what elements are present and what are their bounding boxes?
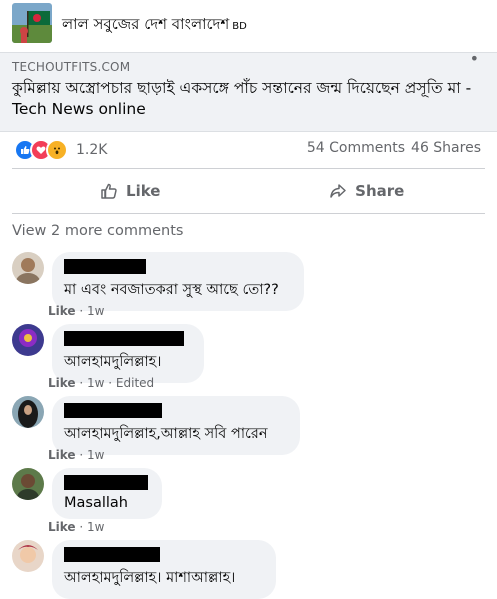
comment-like-link[interactable]: Like [48,376,76,390]
commenter-name[interactable] [64,331,192,347]
share-arrow-icon [330,184,346,198]
comment-bubble: Masallah [52,468,162,519]
page-name-tag: BD [232,21,247,32]
commenter-name[interactable] [64,259,292,275]
comment-time[interactable]: 1w [87,376,104,390]
comments-count[interactable]: 54 Comments [307,140,405,156]
commenter-avatar[interactable] [12,540,44,572]
reaction-count: 1.2K [76,142,108,158]
page-name-text: লাল সবুজের দেশ বাংলাদেশ [62,15,230,33]
commenter-name[interactable] [64,547,264,563]
card-options-icon[interactable]: • [470,49,479,68]
comment-meta: Like · 1w · Edited [48,376,155,390]
shares-count[interactable]: 46 Shares [411,140,481,156]
comment-time[interactable]: 1w [87,304,104,318]
comment-text: আলহামদুলিল্লাহ। মাশাআল্লাহ। [64,570,236,586]
post-header: লাল সবুজের দেশ বাংলাদেশ BD [0,0,497,52]
page-name[interactable]: লাল সবুজের দেশ বাংলাদেশ BD [62,13,247,38]
thumbs-up-icon [101,183,117,199]
comment-like-link[interactable]: Like [48,304,76,318]
comment-meta: Like · 1w [48,448,105,462]
comment-time[interactable]: 1w [87,448,104,462]
page-avatar[interactable] [12,3,52,43]
flag-avatar-icon [12,3,52,43]
comment-text: Masallah [64,495,128,511]
comment-text: আলহামদুলিল্লাহ,আল্লাহ সবি পারেন [64,426,268,442]
comment-time[interactable]: 1w [87,520,104,534]
reaction-summary[interactable]: 1.2K [14,139,108,161]
commenter-name[interactable] [64,475,150,491]
commenter-avatar[interactable] [12,396,44,428]
engagement-counts: 54 Comments 46 Shares [307,140,481,156]
action-bar: Like Share [12,168,485,214]
comment-text: মা এবং নবজাতকরা সুস্থ আছে তো?? [64,282,279,298]
link-preview-card[interactable]: • TECHOUTFITS.COM কুমিল্লায় অস্ত্রোপচার… [0,49,497,132]
comment-bubble: আলহামদুলিল্লাহ,আল্লাহ সবি পারেন [52,396,300,455]
commenter-avatar[interactable] [12,324,44,356]
view-more-comments[interactable]: View 2 more comments [12,223,183,239]
comment-bubble: মা এবং নবজাতকরা সুস্থ আছে তো?? [52,252,304,311]
comment-bubble: আলহামদুলিল্লাহ। মাশাআল্লাহ। [52,540,276,599]
comment-meta: Like · 1w [48,304,105,318]
wow-reaction-icon [46,139,68,161]
comment-like-link[interactable]: Like [48,520,76,534]
link-title[interactable]: কুমিল্লায় অস্ত্রোপচার ছাড়াই একসঙ্গে পা… [12,78,482,120]
comment-bubble: আলহামদুলিল্লাহ। [52,324,204,383]
commenter-avatar[interactable] [12,468,44,500]
comment-meta: Like · 1w [48,520,105,534]
share-button[interactable]: Share [249,169,486,213]
comment-text: আলহামদুলিল্লাহ। [64,354,162,370]
link-domain: TECHOUTFITS.COM [12,60,131,74]
like-button-label: Like [126,182,161,200]
comment-edited: Edited [115,376,155,390]
share-button-label: Share [355,182,405,200]
like-button[interactable]: Like [12,169,249,213]
commenter-name[interactable] [64,403,288,419]
commenter-avatar[interactable] [12,252,44,284]
comment-like-link[interactable]: Like [48,448,76,462]
